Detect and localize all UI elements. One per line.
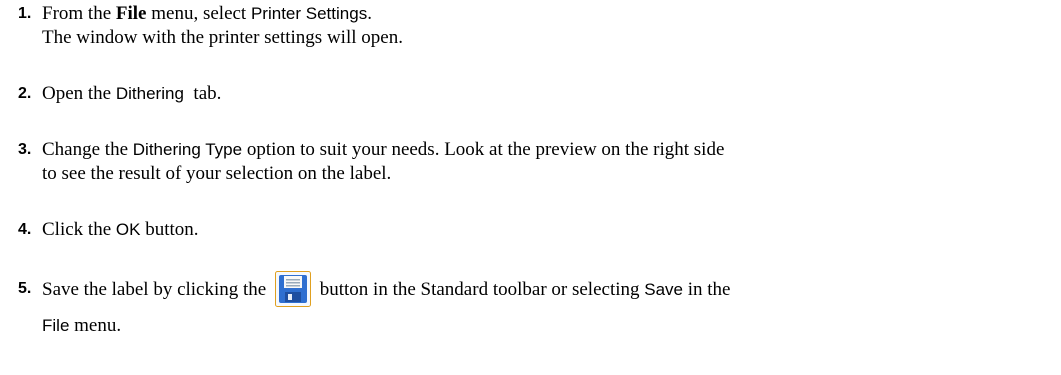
menu-name-file: File	[42, 316, 70, 335]
tab-name-dithering: Dithering	[115, 84, 184, 103]
menu-name-file: File	[115, 3, 147, 24]
step-number: 2.	[18, 85, 32, 102]
floppy-disk-save-icon-graphic	[274, 271, 311, 307]
step-text: Open the Dithering tab.	[42, 83, 222, 104]
option-name-dithering-type: Dithering Type	[132, 140, 243, 159]
step-number: 1.	[18, 5, 32, 22]
step-number: 3.	[18, 141, 32, 158]
step-number: 4.	[18, 221, 32, 238]
floppy-disk-save-icon	[274, 271, 311, 307]
menu-item-save: Save	[644, 280, 683, 299]
button-name-ok: OK	[115, 220, 141, 239]
step-text: From the File menu, select Printer Setti…	[42, 3, 403, 48]
instruction-document: 1. From the File menu, select Printer Se…	[0, 0, 1061, 375]
step-text: Click the OK button.	[42, 219, 199, 240]
step-text: Save the label by clicking the button in…	[42, 271, 1042, 344]
step-text: Change the Dithering Type option to suit…	[42, 139, 725, 184]
menu-item-printer-settings: Printer Settings	[250, 4, 368, 23]
step-number: 5.	[18, 280, 32, 297]
